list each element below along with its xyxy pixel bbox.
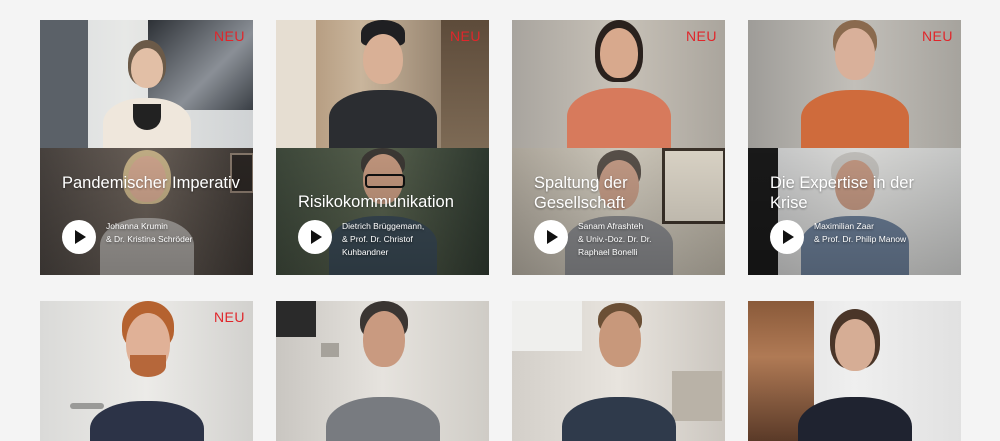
video-title: Spaltung der Gesellschaft <box>534 174 628 212</box>
new-badge: NEU <box>685 28 717 44</box>
video-card-die-expertise-in-der-krise[interactable]: NEU Die Expertise in der Krise Maximilia… <box>748 20 961 275</box>
participant-name: Raphael Bonelli <box>578 247 638 257</box>
new-badge: NEU <box>921 28 953 44</box>
new-badge: NEU <box>449 28 481 44</box>
participant-video <box>512 301 725 441</box>
participant-name: & Prof. Dr. Philip Manow <box>814 234 907 244</box>
participant-video <box>748 301 961 441</box>
video-card[interactable] <box>276 301 489 441</box>
new-badge: NEU <box>213 28 245 44</box>
play-icon[interactable] <box>770 220 804 254</box>
play-icon[interactable] <box>298 220 332 254</box>
participant-names: Maximilian Zaar & Prof. Dr. Philip Manow <box>814 220 954 246</box>
play-icon[interactable] <box>534 220 568 254</box>
participant-video <box>276 301 489 441</box>
participant-name: Maximilian Zaar <box>814 221 874 231</box>
participant-name: & Dr. Kristina Schröder <box>106 234 193 244</box>
video-card-risikokommunikation[interactable]: NEU Risikokommunikation Dietrich Brüggem… <box>276 20 489 275</box>
participant-name: & Univ.-Doz. Dr. Dr. <box>578 234 652 244</box>
participant-names: Sanam Afrashteh & Univ.-Doz. Dr. Dr. Rap… <box>578 220 718 259</box>
participant-name: Kuhbandner <box>342 247 389 257</box>
participant-name: Sanam Afrashteh <box>578 221 644 231</box>
participant-name: Johanna Krumin <box>106 221 168 231</box>
video-card-pandemischer-imperativ[interactable]: NEU Pandemischer Imperativ Johanna Krumi… <box>40 20 253 275</box>
participant-names: Dietrich Brüggemann, & Prof. Dr. Christo… <box>342 220 482 259</box>
video-card[interactable] <box>512 301 725 441</box>
video-grid: NEU Pandemischer Imperativ Johanna Krumi… <box>40 20 961 441</box>
video-card[interactable]: NEU <box>40 301 253 441</box>
video-title: Risikokommunikation <box>298 193 454 211</box>
participant-name: Dietrich Brüggemann, <box>342 221 425 231</box>
video-title: Die Expertise in der Krise <box>770 174 914 212</box>
video-title: Pandemischer Imperativ <box>62 174 240 192</box>
video-card-spaltung-der-gesellschaft[interactable]: NEU Spaltung der Gesellschaft Sanam Afra… <box>512 20 725 275</box>
video-card[interactable] <box>748 301 961 441</box>
play-icon[interactable] <box>62 220 96 254</box>
participant-names: Johanna Krumin & Dr. Kristina Schröder <box>106 220 246 246</box>
new-badge: NEU <box>213 309 245 325</box>
title-overlay <box>40 148 253 275</box>
participant-name: & Prof. Dr. Christof <box>342 234 413 244</box>
